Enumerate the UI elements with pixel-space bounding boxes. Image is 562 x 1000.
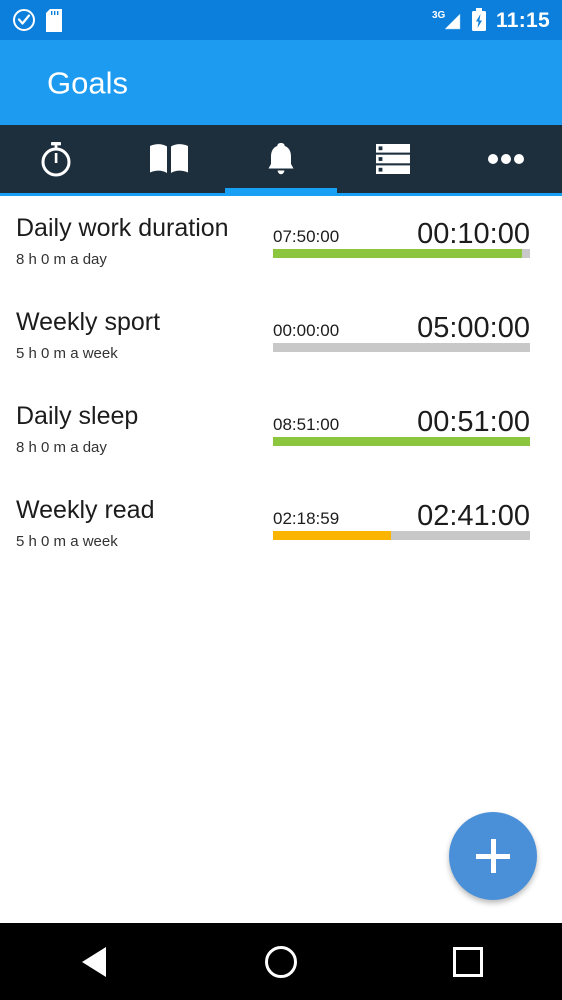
goal-times: 02:18:59 02:41:00 [268, 494, 546, 531]
goal-subtitle: 5 h 0 m a week [16, 533, 268, 550]
goal-progress-bar [273, 249, 530, 258]
alarm-check-icon [12, 8, 36, 32]
goal-title: Daily sleep [16, 403, 268, 431]
tab-more[interactable] [450, 125, 562, 193]
goal-progress-block: 00:00:00 05:00:00 [268, 290, 546, 352]
goal-remaining-time: 00:10:00 [417, 220, 530, 249]
nav-back-button[interactable] [0, 923, 187, 1000]
list-icon [374, 143, 412, 175]
tab-records[interactable] [337, 125, 449, 193]
android-nav-bar [0, 923, 562, 1000]
goal-text-block: Daily work duration 8 h 0 m a day [16, 196, 268, 268]
plus-icon-vertical [491, 839, 496, 873]
goal-progress-fill [273, 437, 530, 446]
goal-progress-bar [273, 437, 530, 446]
tab-diary[interactable] [112, 125, 224, 193]
list-item[interactable]: Weekly read 5 h 0 m a week 02:18:59 02:4… [0, 478, 562, 572]
goal-text-block: Weekly read 5 h 0 m a week [16, 478, 268, 550]
add-goal-button[interactable] [449, 812, 537, 900]
goal-subtitle: 8 h 0 m a day [16, 439, 268, 456]
goal-text-block: Weekly sport 5 h 0 m a week [16, 290, 268, 362]
status-bar: 3G 11:15 [0, 0, 562, 40]
goal-progress-block: 02:18:59 02:41:00 [268, 478, 546, 540]
stopwatch-icon [36, 139, 76, 179]
app-screen: 3G 11:15 Goals [0, 0, 562, 1000]
signal-3g-icon: 3G [432, 8, 462, 32]
status-bar-left-icons [12, 8, 62, 32]
goal-remaining-time: 00:51:00 [417, 408, 530, 437]
goal-text-block: Daily sleep 8 h 0 m a day [16, 384, 268, 456]
goal-progress-block: 07:50:00 00:10:00 [268, 196, 546, 258]
app-bar: Goals [0, 40, 562, 125]
tab-goals[interactable] [225, 125, 337, 193]
battery-charging-icon [471, 8, 487, 32]
goal-elapsed-time: 08:51:00 [273, 416, 339, 433]
goal-title: Daily work duration [16, 215, 268, 243]
recents-square-icon [453, 947, 483, 977]
goal-elapsed-time: 02:18:59 [273, 510, 339, 527]
goal-remaining-time: 02:41:00 [417, 502, 530, 531]
goal-elapsed-time: 00:00:00 [273, 322, 339, 339]
status-bar-right-icons: 3G 11:15 [432, 8, 550, 32]
goal-title: Weekly sport [16, 309, 268, 337]
goal-progress-fill [273, 531, 391, 540]
tab-bar[interactable] [0, 125, 562, 193]
status-bar-clock: 11:15 [496, 10, 550, 31]
goal-title: Weekly read [16, 497, 268, 525]
goal-subtitle: 5 h 0 m a week [16, 345, 268, 362]
goal-elapsed-time: 07:50:00 [273, 228, 339, 245]
goal-subtitle: 8 h 0 m a day [16, 251, 268, 268]
bell-icon [264, 140, 298, 178]
back-triangle-icon [82, 947, 106, 977]
svg-text:3G: 3G [432, 10, 446, 21]
goal-times: 08:51:00 00:51:00 [268, 400, 546, 437]
goal-remaining-time: 05:00:00 [417, 314, 530, 343]
goal-progress-block: 08:51:00 00:51:00 [268, 384, 546, 446]
goal-progress-bar [273, 531, 530, 540]
goals-list: Daily work duration 8 h 0 m a day 07:50:… [0, 196, 562, 572]
tab-timer[interactable] [0, 125, 112, 193]
nav-recents-button[interactable] [375, 923, 562, 1000]
more-dots-icon [487, 153, 525, 165]
open-book-icon [148, 141, 190, 177]
sd-card-icon [46, 9, 62, 32]
page-title: Goals [47, 67, 128, 98]
list-item[interactable]: Weekly sport 5 h 0 m a week 00:00:00 05:… [0, 290, 562, 384]
nav-home-button[interactable] [187, 923, 374, 1000]
goal-progress-fill [273, 249, 522, 258]
goal-progress-bar [273, 343, 530, 352]
home-circle-icon [265, 946, 297, 978]
goal-times: 07:50:00 00:10:00 [268, 212, 546, 249]
goal-times: 00:00:00 05:00:00 [268, 306, 546, 343]
list-item[interactable]: Daily work duration 8 h 0 m a day 07:50:… [0, 196, 562, 290]
list-item[interactable]: Daily sleep 8 h 0 m a day 08:51:00 00:51… [0, 384, 562, 478]
